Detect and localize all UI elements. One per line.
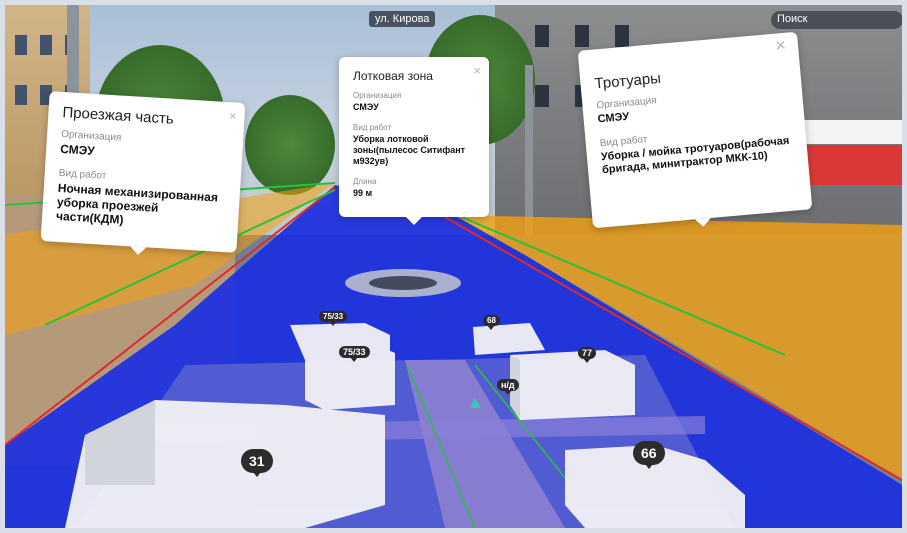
close-icon[interactable]: × bbox=[229, 108, 237, 123]
building-label[interactable]: 75/33 bbox=[319, 311, 348, 326]
building-label[interactable]: 75/33 bbox=[339, 346, 370, 362]
building-label[interactable]: 31 bbox=[241, 449, 273, 477]
organization-label: Организация bbox=[353, 91, 402, 100]
organization-value: СМЭУ bbox=[353, 102, 379, 112]
work-type-label: Вид работ bbox=[353, 123, 392, 132]
length-value: 99 м bbox=[353, 188, 373, 198]
building-label[interactable]: 68 bbox=[483, 315, 500, 330]
building-label[interactable]: н/д bbox=[497, 379, 519, 395]
work-type-value: Ночная механизированная уборка проезжей … bbox=[55, 180, 219, 227]
building-label[interactable]: 66 bbox=[633, 441, 665, 469]
card-title: Лотковая зона bbox=[353, 69, 433, 83]
card-title: Проезжая часть bbox=[61, 103, 175, 128]
close-icon[interactable]: × bbox=[775, 35, 787, 57]
street-view-frame[interactable]: ул. Кирова Поиск 75/33 75/33 68 77 н/д 3… bbox=[5, 5, 902, 528]
length-label: Длина bbox=[353, 177, 377, 186]
close-icon[interactable]: × bbox=[473, 63, 481, 78]
info-card-sidewalks[interactable]: × Тротуары Организация СМЭУ Вид работ Уб… bbox=[577, 31, 813, 229]
info-card-roadway[interactable]: × Проезжая часть Организация СМЭУ Вид ра… bbox=[40, 91, 246, 253]
street-name-label: ул. Кирова bbox=[369, 11, 436, 27]
work-type-value: Уборка лотковой зоны(пылесос Ситифант м9… bbox=[353, 134, 466, 166]
search-input[interactable]: Поиск bbox=[771, 11, 902, 29]
info-card-gutter[interactable]: × Лотковая зона Организация СМЭУ Вид раб… bbox=[339, 57, 489, 225]
building-label[interactable]: 77 bbox=[578, 347, 597, 363]
